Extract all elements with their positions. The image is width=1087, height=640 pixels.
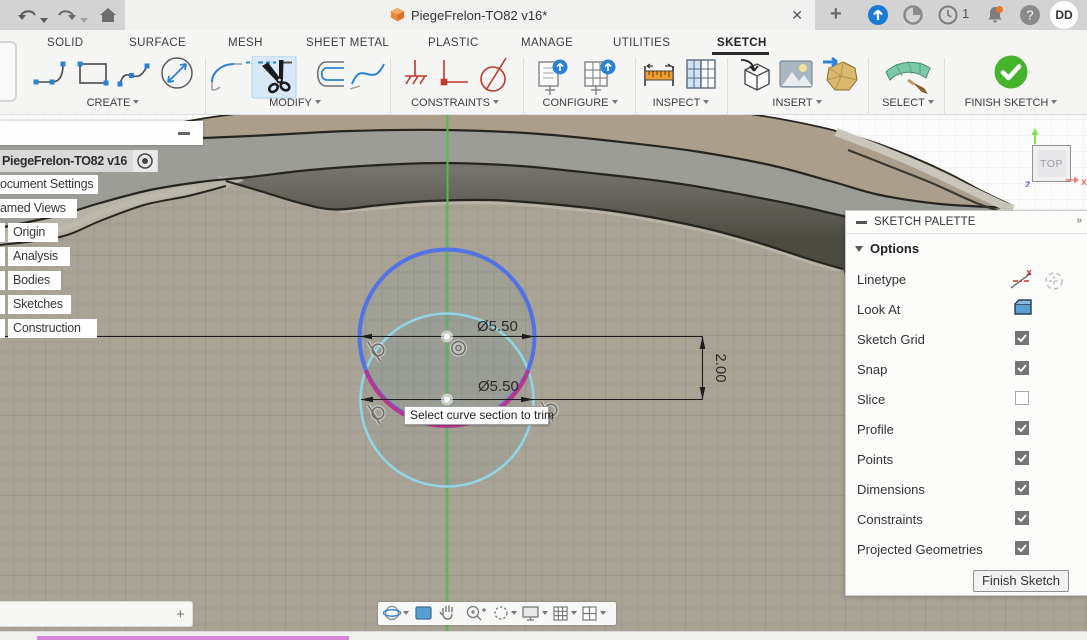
svg-text:z: z xyxy=(1025,179,1031,187)
svg-text:Ø5.50: Ø5.50 xyxy=(478,378,519,395)
svg-text:?: ? xyxy=(1026,8,1033,23)
svg-text:Ø5.50: Ø5.50 xyxy=(477,318,518,335)
svg-text:x: x xyxy=(1081,176,1087,187)
svg-text:2.00: 2.00 xyxy=(712,353,729,382)
